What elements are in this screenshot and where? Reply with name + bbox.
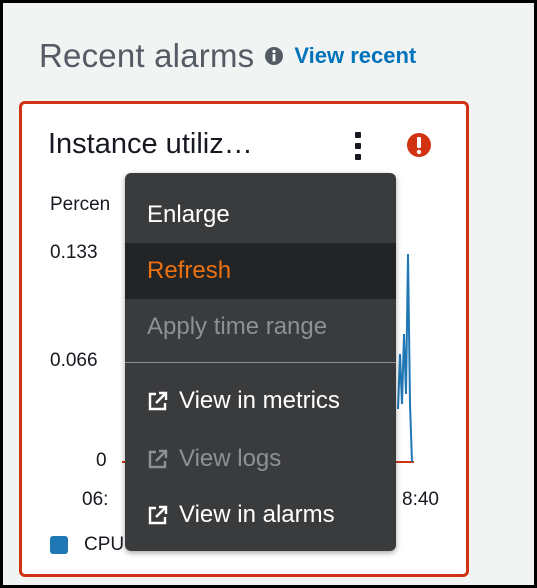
menu-item-refresh[interactable]: Refresh: [125, 243, 396, 299]
menu-item-enlarge[interactable]: Enlarge: [125, 187, 396, 243]
menu-item-apply-time-range: Apply time range: [125, 299, 396, 355]
legend-label: CPU: [84, 534, 125, 555]
section-header: Recent alarms View recent: [39, 37, 416, 75]
menu-item-label: View in alarms: [179, 501, 335, 528]
section-title: Recent alarms: [39, 37, 255, 74]
legend-swatch: [50, 536, 68, 554]
menu-item-view-in-metrics[interactable]: View in metrics: [125, 373, 396, 429]
view-recent-link[interactable]: View recent: [294, 43, 416, 69]
widget-context-menu: Enlarge Refresh Apply time range View in…: [125, 173, 396, 551]
external-link-icon: [147, 390, 169, 412]
menu-item-label: Apply time range: [147, 313, 328, 340]
menu-item-label: View logs: [179, 445, 282, 472]
menu-item-view-logs: View logs: [125, 431, 396, 487]
menu-item-label: View in metrics: [179, 387, 340, 414]
dashboard-frame: Recent alarms View recent Instance utili…: [0, 0, 537, 588]
menu-item-label: Refresh: [147, 257, 232, 284]
external-link-icon: [147, 504, 169, 526]
info-circle-icon[interactable]: [264, 46, 284, 66]
menu-divider: [125, 362, 396, 363]
menu-item-label: Enlarge: [147, 201, 230, 228]
menu-item-view-in-alarms[interactable]: View in alarms: [125, 487, 396, 543]
cpu-series-line: [397, 253, 413, 463]
external-link-icon: [147, 448, 169, 470]
